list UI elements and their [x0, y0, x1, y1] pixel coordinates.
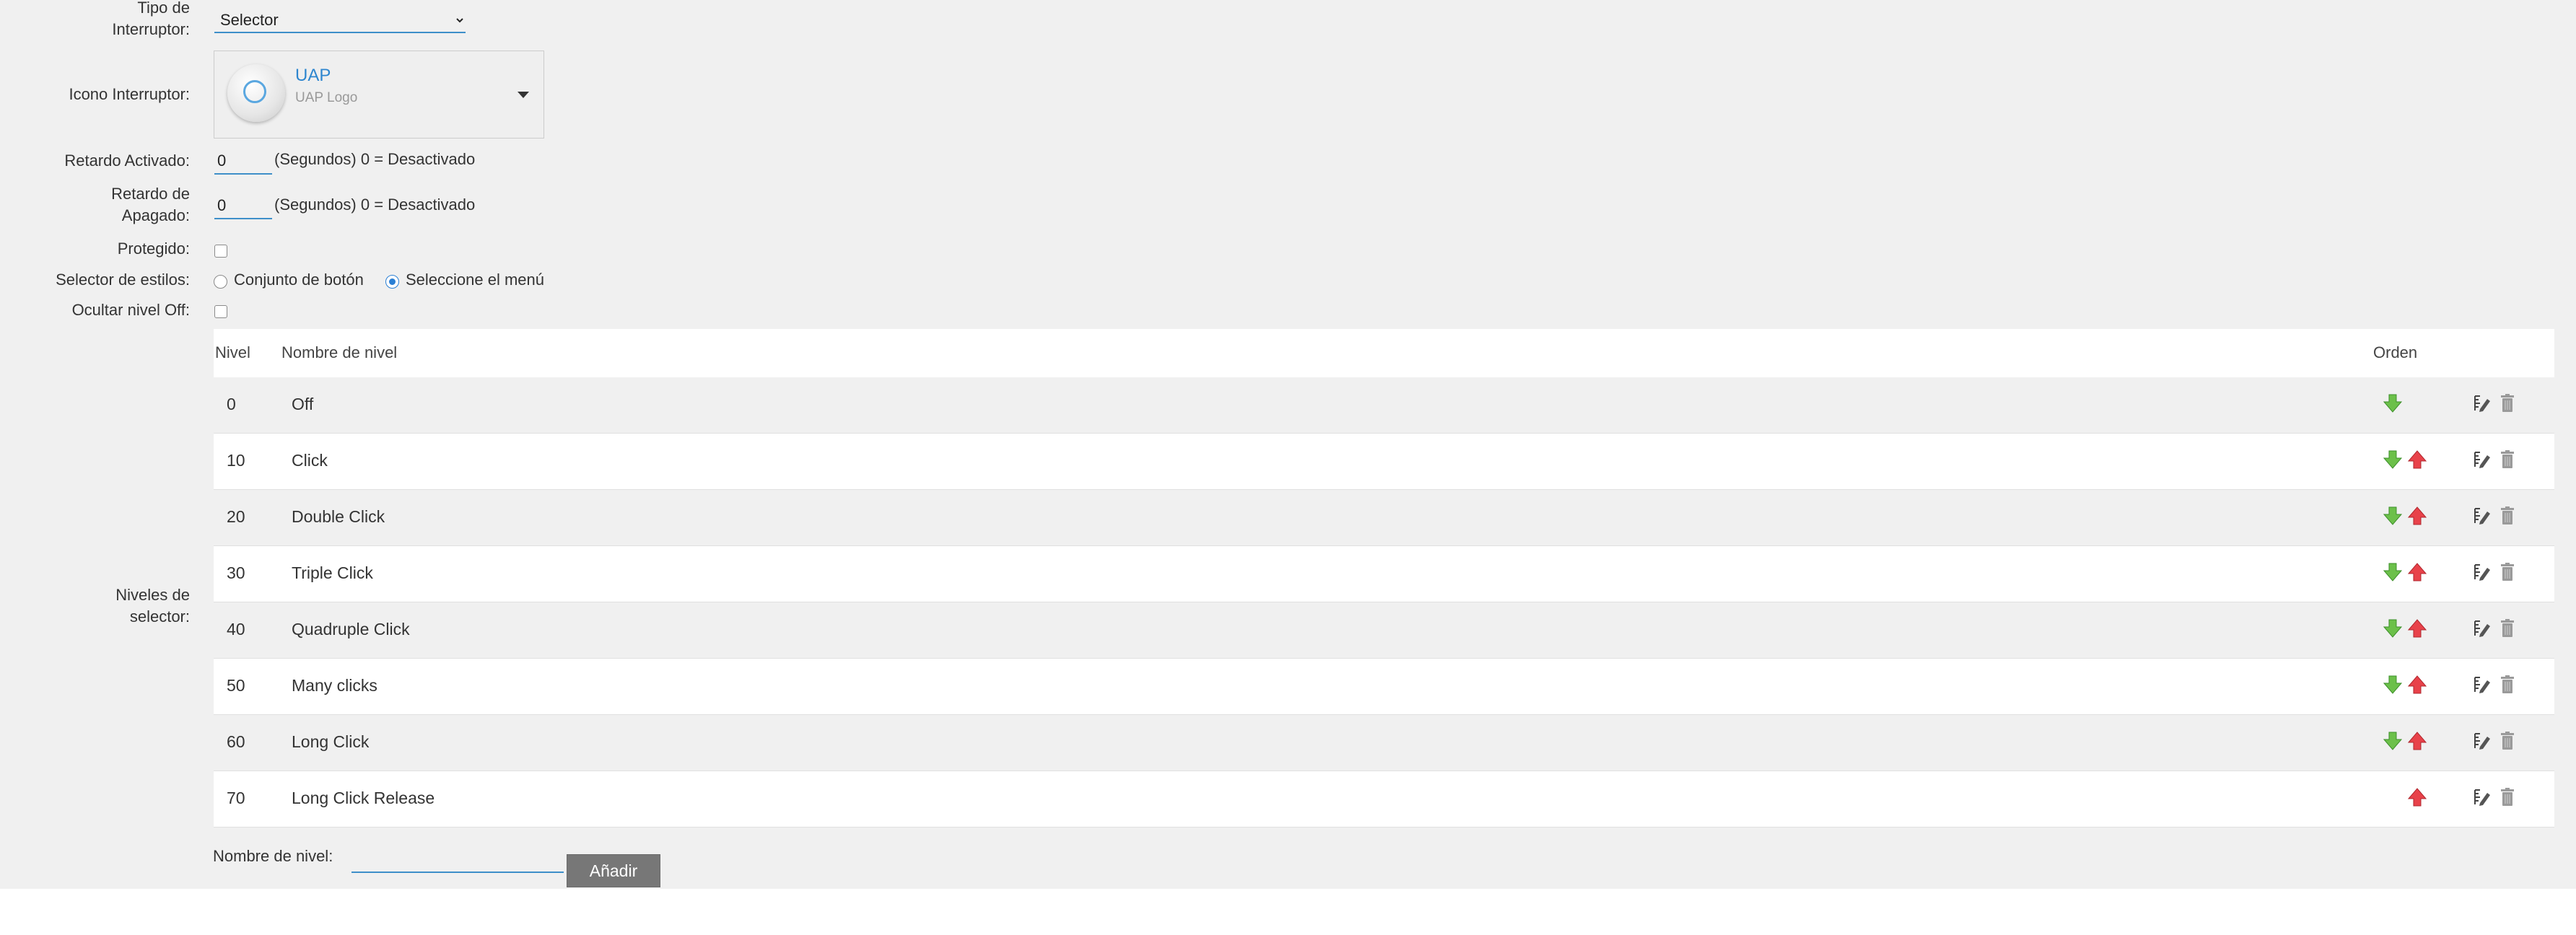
table-row[interactable]: 40 Quadruple Click [214, 602, 2554, 659]
add-level-button[interactable]: Añadir [567, 854, 660, 887]
arrow-up-icon[interactable] [2407, 787, 2427, 807]
add-level-input[interactable] [352, 846, 564, 873]
protegido-checkbox[interactable] [214, 245, 227, 258]
arrow-down-icon[interactable] [2383, 562, 2403, 582]
level-value: 40 [227, 620, 245, 638]
table-row[interactable]: 20 Double Click [214, 490, 2554, 546]
protegido-label: Protegido: [117, 240, 190, 258]
level-value: 20 [227, 507, 245, 526]
retardo-activado-hint: (Segundos) 0 = Desactivado [274, 150, 476, 168]
settings-panel: Tipo de Interruptor: Selector Icono Inte… [0, 0, 2576, 889]
table-row[interactable]: 30 Triple Click [214, 546, 2554, 602]
edit-icon[interactable] [2473, 562, 2492, 582]
header-nombre[interactable]: Nombre de nivel [281, 343, 397, 362]
table-row[interactable]: 60 Long Click [214, 715, 2554, 771]
level-value: 70 [227, 789, 245, 807]
edit-icon[interactable] [2473, 449, 2492, 470]
level-name: Off [292, 395, 314, 413]
arrow-up-icon[interactable] [2407, 506, 2427, 526]
edit-icon[interactable] [2473, 787, 2492, 807]
radio-conjunto-boton[interactable] [214, 275, 227, 289]
add-level-label: Nombre de nivel: [213, 847, 333, 865]
level-name: Long Click Release [292, 789, 435, 807]
table-row[interactable]: 10 Click [214, 434, 2554, 490]
delete-icon[interactable] [2498, 393, 2517, 413]
delete-icon[interactable] [2498, 449, 2517, 470]
edit-icon[interactable] [2473, 393, 2492, 413]
level-name: Double Click [292, 507, 385, 526]
arrow-down-icon[interactable] [2383, 675, 2403, 695]
level-name: Triple Click [292, 563, 373, 582]
retardo-activado-label: Retardo Activado: [64, 152, 190, 170]
niveles-selector-label: Niveles de selector: [115, 586, 190, 625]
uap-device-icon [227, 64, 285, 122]
retardo-apagado-label: Retardo de Apagado: [111, 185, 190, 224]
table-row[interactable]: 0 Off [214, 377, 2554, 434]
ocultar-nivel-off-checkbox[interactable] [214, 305, 227, 318]
level-name: Click [292, 451, 328, 470]
levels-table-header: Nivel Nombre de nivel Orden [214, 329, 2554, 377]
arrow-up-icon[interactable] [2407, 618, 2427, 638]
level-name: Long Click [292, 732, 370, 751]
icon-subtitle: UAP Logo [295, 90, 358, 105]
level-name: Many clicks [292, 676, 377, 695]
arrow-down-icon[interactable] [2383, 506, 2403, 526]
arrow-down-icon[interactable] [2383, 393, 2403, 413]
arrow-up-icon[interactable] [2407, 675, 2427, 695]
tipo-interruptor-select[interactable]: Selector [214, 7, 466, 33]
radio-conjunto-boton-label[interactable]: Conjunto de botón [234, 269, 364, 291]
edit-icon[interactable] [2473, 731, 2492, 751]
table-row[interactable]: 70 Long Click Release [214, 771, 2554, 828]
arrow-up-icon[interactable] [2407, 562, 2427, 582]
retardo-activado-input[interactable] [214, 149, 272, 175]
delete-icon[interactable] [2498, 787, 2517, 807]
arrow-down-icon[interactable] [2383, 618, 2403, 638]
arrow-up-icon[interactable] [2407, 449, 2427, 470]
arrow-down-icon[interactable] [2383, 449, 2403, 470]
delete-icon[interactable] [2498, 618, 2517, 638]
tipo-interruptor-label: Tipo de Interruptor: [112, 0, 190, 38]
retardo-apagado-hint: (Segundos) 0 = Desactivado [274, 196, 476, 214]
arrow-up-icon[interactable] [2407, 731, 2427, 751]
delete-icon[interactable] [2498, 506, 2517, 526]
level-value: 0 [227, 395, 236, 413]
level-value: 10 [227, 451, 245, 470]
level-value: 50 [227, 676, 245, 695]
uap-ring-icon [243, 80, 266, 103]
radio-seleccione-menu-label[interactable]: Seleccione el menú [406, 269, 544, 291]
retardo-apagado-input[interactable] [214, 193, 272, 219]
delete-icon[interactable] [2498, 562, 2517, 582]
table-row[interactable]: 50 Many clicks [214, 659, 2554, 715]
radio-seleccione-menu[interactable] [385, 275, 399, 289]
dropdown-caret-icon[interactable] [518, 92, 529, 98]
icon-picker[interactable]: UAP UAP Logo [214, 51, 544, 139]
level-value: 30 [227, 563, 245, 582]
selector-estilos-label: Selector de estilos: [56, 271, 190, 289]
header-nivel[interactable]: Nivel [215, 343, 250, 362]
level-name: Quadruple Click [292, 620, 410, 638]
edit-icon[interactable] [2473, 618, 2492, 638]
delete-icon[interactable] [2498, 731, 2517, 751]
delete-icon[interactable] [2498, 675, 2517, 695]
header-orden: Orden [2373, 343, 2418, 361]
ocultar-nivel-off-label: Ocultar nivel Off: [71, 301, 190, 319]
icono-interruptor-label: Icono Interruptor: [69, 85, 190, 103]
edit-icon[interactable] [2473, 506, 2492, 526]
arrow-down-icon[interactable] [2383, 731, 2403, 751]
edit-icon[interactable] [2473, 675, 2492, 695]
level-value: 60 [227, 732, 245, 751]
icon-name: UAP [295, 66, 331, 85]
